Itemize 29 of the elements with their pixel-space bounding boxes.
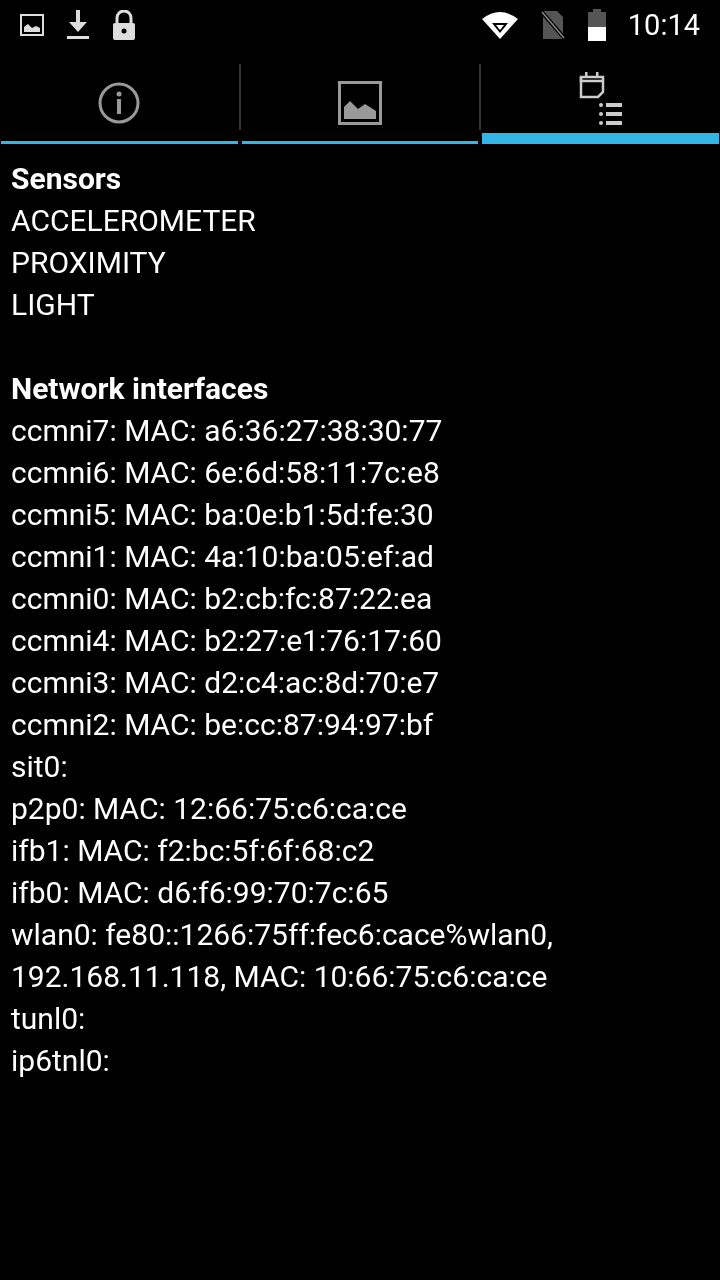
info-line: p2p0: MAC: 12:66:75:c6:ca:ce bbox=[11, 790, 408, 828]
info-line: PROXIMITY bbox=[11, 244, 167, 282]
info-icon bbox=[98, 81, 141, 124]
info-line: ccmni2: MAC: be:cc:87:94:97:bf bbox=[11, 706, 435, 744]
lock-icon bbox=[112, 10, 136, 40]
wifi-icon bbox=[481, 11, 518, 39]
info-line: ccmni4: MAC: b2:27:e1:76:17:60 bbox=[11, 622, 443, 660]
info-line: ifb1: MAC: f2:bc:5f:6f:68:c2 bbox=[11, 832, 376, 870]
info-line: ccmni7: MAC: a6:36:27:38:30:77 bbox=[11, 412, 444, 450]
info-line: ACCELEROMETER bbox=[11, 202, 257, 240]
info-line: ccmni0: MAC: b2:cb:fc:87:22:ea bbox=[11, 580, 434, 618]
info-line: ccmni3: MAC: d2:c4:ac:8d:70:e7 bbox=[11, 664, 441, 702]
info-line: LIGHT bbox=[11, 286, 96, 324]
image-icon bbox=[20, 14, 44, 36]
info-line: tunl0: bbox=[11, 1000, 87, 1038]
info-line: ccmni6: MAC: 6e:6d:58:11:7c:e8 bbox=[11, 454, 441, 492]
image-icon bbox=[338, 80, 382, 125]
info-line: ip6tnl0: bbox=[11, 1042, 111, 1080]
section-title: Network interfaces bbox=[11, 370, 270, 408]
clock-time: 10:14 bbox=[627, 8, 700, 42]
download-icon bbox=[66, 10, 90, 40]
calendar-list-icon bbox=[578, 70, 623, 127]
section-title: Sensors bbox=[11, 160, 123, 198]
info-line: ifb0: MAC: d6:f6:99:70:7c:65 bbox=[11, 874, 390, 912]
info-line: ccmni1: MAC: 4a:10:ba:05:ef:ad bbox=[11, 538, 435, 576]
battery-icon bbox=[587, 9, 606, 41]
info-line: ccmni5: MAC: ba:0e:b1:5d:fe:30 bbox=[11, 496, 435, 534]
info-line: sit0: bbox=[11, 748, 69, 786]
no-sim-icon bbox=[539, 10, 566, 40]
